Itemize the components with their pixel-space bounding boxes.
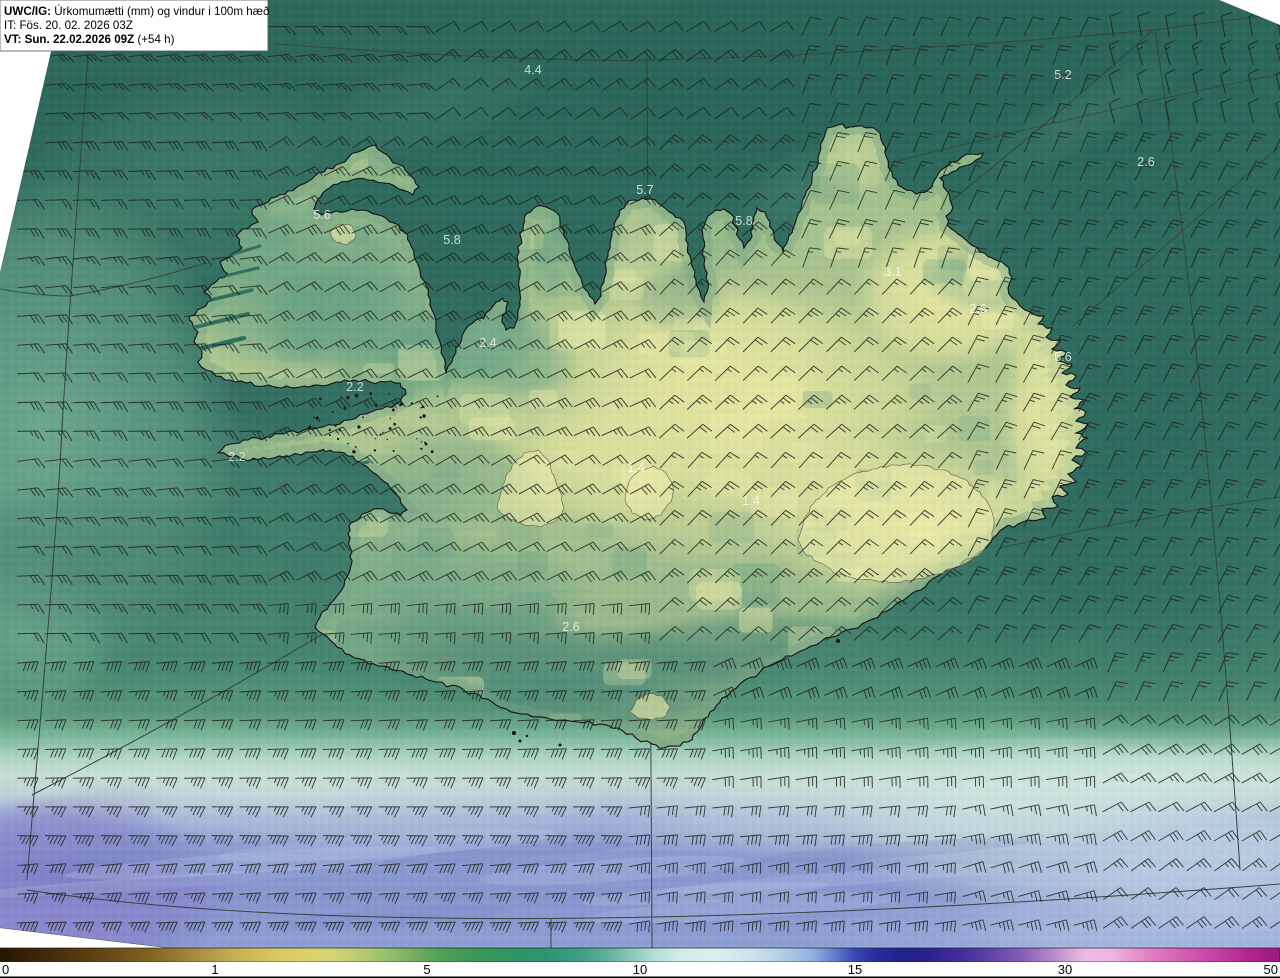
svg-text:50: 50 (1264, 962, 1278, 977)
svg-text:15: 15 (848, 962, 862, 977)
svg-text:5.8: 5.8 (443, 233, 460, 247)
svg-text:1.4: 1.4 (742, 494, 759, 508)
svg-text:2.6: 2.6 (969, 302, 986, 316)
svg-text:1.4: 1.4 (627, 461, 644, 475)
svg-text:2.4: 2.4 (479, 336, 496, 350)
svg-text:IT: Fös. 20. 02. 2026 03Z: IT: Fös. 20. 02. 2026 03Z (4, 19, 133, 32)
svg-text:2.6: 2.6 (1137, 155, 1154, 169)
svg-text:10: 10 (633, 962, 647, 977)
svg-text:UWC/IG: Úrkomumætti (mm) og vi: UWC/IG: Úrkomumætti (mm) og vindur i 100… (4, 5, 270, 18)
svg-text:2.2: 2.2 (346, 380, 363, 394)
svg-text:5.8: 5.8 (735, 214, 752, 228)
svg-text:5.2: 5.2 (1054, 68, 1071, 82)
svg-text:1: 1 (211, 962, 218, 977)
svg-text:VT: Sun. 22.02.2026 09Z (+54 h: VT: Sun. 22.02.2026 09Z (+54 h) (4, 33, 175, 46)
svg-text:4.4: 4.4 (524, 63, 541, 77)
svg-text:0: 0 (2, 962, 9, 977)
svg-text:5: 5 (423, 962, 430, 977)
svg-text:30: 30 (1058, 962, 1072, 977)
svg-text:5.6: 5.6 (1054, 350, 1071, 364)
svg-text:2.6: 2.6 (562, 620, 579, 634)
svg-text:5.7: 5.7 (636, 183, 653, 197)
svg-text:5.6: 5.6 (313, 208, 330, 222)
svg-text:3.1: 3.1 (884, 265, 901, 279)
svg-text:2.2: 2.2 (228, 450, 245, 464)
